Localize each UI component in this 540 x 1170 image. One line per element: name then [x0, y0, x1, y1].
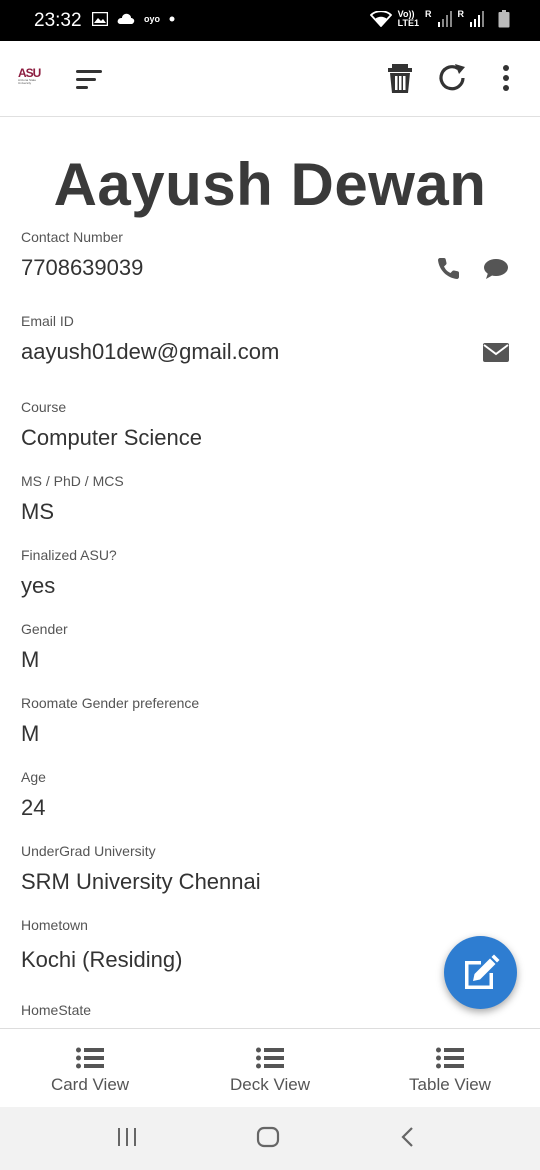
field-label: HomeState — [21, 1002, 92, 1018]
profile-name: Aayush Dewan — [53, 151, 487, 218]
nav-label: Deck View — [230, 1075, 310, 1094]
bottom-navigation: Card View Deck View Table View — [0, 1028, 540, 1107]
field-value[interactable]: aayush01dew@gmail.com — [21, 338, 521, 366]
message-icon[interactable] — [483, 258, 509, 280]
field-contact-number: Contact Number 7708639039 — [21, 228, 521, 282]
field-value: M — [21, 721, 40, 746]
dot-icon — [169, 16, 175, 22]
home-icon[interactable] — [256, 1125, 280, 1149]
edit-icon — [465, 954, 500, 989]
asu-logo: ASU Arizona State University — [18, 67, 44, 89]
field-degree: MS / PhD / MCS MS — [21, 472, 521, 526]
field-homestate: HomeState — [21, 1001, 521, 1027]
signal-icon — [437, 11, 452, 27]
field-label: Gender — [21, 621, 68, 637]
email-icon[interactable] — [483, 343, 509, 362]
field-label: Hometown — [21, 917, 88, 933]
cloud-icon — [117, 13, 135, 24]
nav-deck-view[interactable]: Deck View — [180, 1029, 360, 1107]
more-vert-icon[interactable] — [489, 61, 523, 95]
list-icon — [436, 1047, 464, 1069]
list-icon — [256, 1047, 284, 1069]
signal-icon — [470, 11, 484, 27]
menu-icon[interactable] — [76, 69, 104, 91]
nav-label: Card View — [50, 1075, 130, 1094]
field-gender: Gender M — [21, 620, 521, 674]
field-label: Finalized ASU? — [21, 547, 117, 563]
sim2-label: R — [457, 9, 465, 19]
field-value: Computer Science — [21, 425, 202, 450]
nav-label: Table View — [409, 1075, 491, 1094]
field-value: 24 — [21, 795, 46, 820]
field-label: Contact Number — [21, 229, 123, 245]
sim1-label: R — [425, 9, 432, 19]
status-time: 23:32 — [34, 10, 82, 31]
field-course: Course Computer Science — [21, 398, 521, 452]
logo-subtext: Arizona State University — [18, 78, 37, 85]
image-icon — [92, 12, 108, 26]
nav-table-view[interactable]: Table View — [360, 1029, 540, 1107]
list-icon — [76, 1047, 104, 1069]
system-navigation-bar — [0, 1107, 540, 1170]
field-value: MS — [21, 499, 54, 524]
field-label: UnderGrad University — [21, 843, 156, 859]
back-icon[interactable] — [398, 1125, 418, 1149]
field-finalized-asu: Finalized ASU? yes — [21, 546, 521, 600]
profile-detail: Aayush Dewan Contact Number 7708639039 E… — [0, 118, 540, 1028]
battery-icon — [498, 10, 510, 28]
oyo-icon: oyo — [144, 13, 161, 24]
app-bar: ASU Arizona State University — [0, 41, 540, 117]
edit-fab-button[interactable] — [444, 936, 517, 1009]
field-label: Age — [21, 769, 46, 785]
field-label: Roomate Gender preference — [21, 695, 200, 711]
field-roommate-gender: Roomate Gender preference M — [21, 694, 521, 748]
wifi-icon — [369, 11, 392, 27]
field-value: yes — [21, 573, 56, 598]
field-undergrad-university: UnderGrad University SRM University Chen… — [21, 842, 521, 896]
field-age: Age 24 — [21, 768, 521, 822]
field-label: Email ID — [21, 313, 74, 329]
status-system-icons: Vo)) LTE1 R R — [369, 9, 510, 28]
field-email: Email ID aayush01dew@gmail.com — [21, 312, 521, 366]
recent-apps-icon[interactable] — [116, 1125, 138, 1149]
nav-card-view[interactable]: Card View — [0, 1029, 180, 1107]
refresh-icon[interactable] — [436, 61, 470, 95]
status-notification-icons: oyo — [92, 12, 175, 26]
field-label: MS / PhD / MCS — [21, 473, 124, 489]
lte-text: LTE1 — [397, 18, 419, 28]
status-bar: 23:32 oyo Vo)) LTE1 R R — [0, 0, 540, 41]
delete-icon[interactable] — [383, 61, 417, 95]
field-value: SRM University Chennai — [21, 869, 261, 894]
volte-indicator: Vo)) LTE1 — [398, 10, 419, 28]
field-value: M — [21, 647, 40, 672]
field-label: Course — [21, 399, 67, 415]
phone-icon[interactable] — [437, 256, 461, 280]
